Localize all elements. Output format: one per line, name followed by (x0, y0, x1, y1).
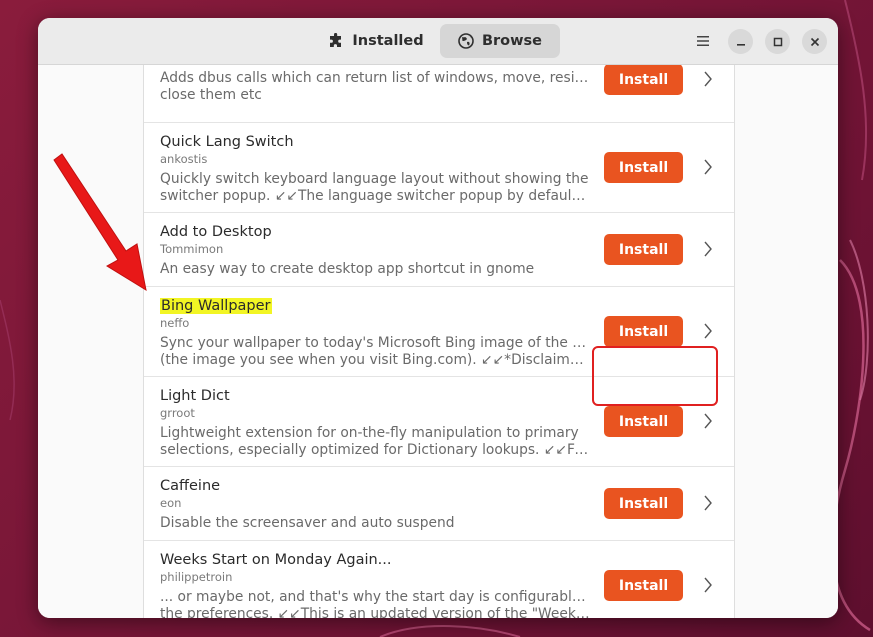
extension-author: grroot (160, 406, 195, 420)
minimize-icon (736, 32, 746, 51)
list-item[interactable]: Add to Desktop Tommimon An easy way to c… (144, 213, 734, 287)
close-button[interactable] (802, 29, 827, 54)
chevron-right-icon[interactable] (703, 323, 713, 339)
list-item[interactable]: domandoman Adds dbus calls which can ret… (144, 65, 734, 123)
extension-description: An easy way to create desktop app shortc… (160, 261, 535, 277)
close-icon (810, 32, 820, 51)
extension-description: Disable the screensaver and auto suspend (160, 515, 455, 531)
extensions-list: domandoman Adds dbus calls which can ret… (143, 65, 735, 618)
extension-author: ankostis (160, 152, 208, 166)
install-button[interactable]: Install (604, 570, 683, 601)
extension-author: neffo (160, 316, 190, 330)
extension-author: eon (160, 496, 182, 510)
maximize-button[interactable] (765, 29, 790, 54)
globe-icon (458, 33, 474, 49)
install-button[interactable]: Install (604, 406, 683, 437)
extension-description: Sync your wallpaper to today's Microsoft… (160, 335, 590, 368)
software-window: Installed Browse Adds dbus calls which c… (38, 18, 838, 618)
extension-description: Quickly switch keyboard language layout … (160, 171, 590, 204)
chevron-right-icon[interactable] (703, 495, 713, 511)
extension-name: Light Dict (160, 388, 230, 404)
extension-description: Lightweight extension for on-the-fly man… (160, 425, 590, 458)
highlighted-extension-name: Bing Wallpaper (160, 298, 272, 314)
minimize-button[interactable] (728, 29, 753, 54)
extension-name: Add to Desktop (160, 224, 272, 240)
chevron-right-icon[interactable] (703, 241, 713, 257)
extension-name: Weeks Start on Monday Again... (160, 552, 392, 568)
install-button[interactable]: Install (604, 234, 683, 265)
chevron-right-icon[interactable] (703, 413, 713, 429)
list-item[interactable]: Caffeine eon Disable the screensaver and… (144, 467, 734, 541)
extension-description: Adds dbus calls which can return list of… (160, 70, 590, 103)
list-item[interactable]: Quick Lang Switch ankostis Quickly switc… (144, 123, 734, 213)
install-button[interactable]: Install (604, 316, 683, 347)
chevron-right-icon[interactable] (703, 159, 713, 175)
chevron-right-icon[interactable] (703, 577, 713, 593)
extension-author: Tommimon (160, 242, 224, 256)
extension-name: Caffeine (160, 478, 221, 494)
annotation-highlight-box (592, 346, 718, 406)
extension-author: philippetroin (160, 570, 233, 584)
tab-browse-label: Browse (481, 33, 543, 49)
extensions-list-view[interactable]: domandoman Adds dbus calls which can ret… (38, 65, 838, 618)
chevron-right-icon[interactable] (703, 71, 713, 87)
tab-browse[interactable]: Browse (440, 24, 560, 58)
tab-installed-label: Installed (352, 33, 424, 49)
maximize-icon (773, 32, 783, 51)
extension-description: ... or maybe not, and that's why the sta… (160, 589, 590, 618)
extension-name: Quick Lang Switch (160, 134, 294, 150)
install-button[interactable]: Install (604, 65, 683, 95)
extension-author: domandoman (160, 65, 590, 66)
list-item[interactable]: Weeks Start on Monday Again... philippet… (144, 541, 734, 618)
puzzle-icon (328, 33, 344, 49)
install-button[interactable]: Install (604, 152, 683, 183)
extension-name: Bing Wallpaper (160, 297, 590, 315)
hamburger-menu-icon (696, 32, 710, 51)
install-button[interactable]: Install (604, 488, 683, 519)
header-bar: Installed Browse (38, 18, 838, 65)
tab-installed[interactable]: Installed (321, 24, 431, 58)
main-menu-button[interactable] (690, 29, 715, 54)
